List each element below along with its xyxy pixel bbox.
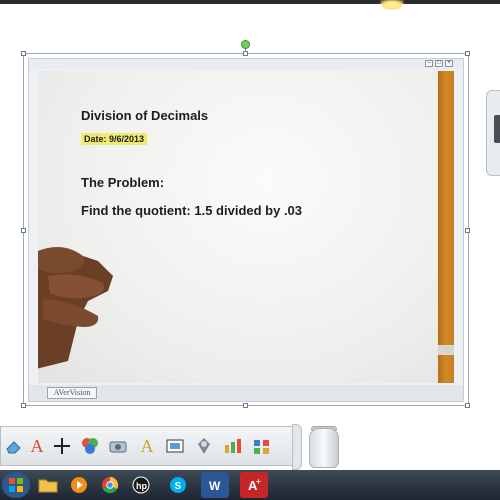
aver-vision-label: AVerVision: [47, 387, 97, 399]
folder-icon[interactable]: [34, 472, 62, 498]
palette-tab[interactable]: [292, 424, 302, 470]
resize-handle-br[interactable]: [465, 403, 470, 408]
start-button[interactable]: [2, 472, 30, 498]
resize-handle-mr[interactable]: [465, 228, 470, 233]
document-title: Division of Decimals: [81, 108, 209, 123]
viewer-titlebar: – □ ×: [29, 59, 463, 69]
camera-icon[interactable]: [107, 435, 129, 457]
text-art-icon[interactable]: A: [136, 435, 158, 457]
document-camera-viewer[interactable]: – □ × Division of Decimals Date: 9/6/201…: [28, 58, 464, 402]
resize-handle-tm[interactable]: [243, 51, 248, 56]
hp-icon[interactable]: hp: [127, 472, 155, 498]
acrobat-icon[interactable]: A +: [240, 472, 268, 498]
problem-heading: The Problem:: [81, 175, 165, 190]
resize-handle-tl[interactable]: [21, 51, 26, 56]
document-date: Date: 9/6/2013: [81, 133, 148, 145]
hand-image: [38, 247, 113, 369]
camera-feed: Division of Decimals Date: 9/6/2013 The …: [38, 71, 454, 383]
minimize-icon[interactable]: –: [425, 60, 433, 67]
top-bar: [0, 0, 500, 4]
svg-text:hp: hp: [136, 481, 147, 491]
table-edge-cap: [438, 345, 454, 355]
resize-handle-ml[interactable]: [21, 228, 26, 233]
crosshair-icon[interactable]: [51, 435, 73, 457]
resize-handle-bl[interactable]: [21, 403, 26, 408]
maximize-icon[interactable]: □: [435, 60, 443, 67]
chrome-icon[interactable]: [96, 472, 124, 498]
skype-icon[interactable]: S: [164, 472, 192, 498]
trash-icon[interactable]: [309, 428, 339, 468]
top-glow: [380, 0, 404, 10]
gallery-icon[interactable]: [251, 435, 273, 457]
close-icon[interactable]: ×: [445, 60, 453, 67]
system-tray[interactable]: [470, 476, 500, 494]
resize-handle-bm[interactable]: [243, 403, 248, 408]
table-edge: [438, 71, 454, 383]
chart-icon[interactable]: [222, 435, 244, 457]
resize-handle-tr[interactable]: [465, 51, 470, 56]
screen-capture-icon[interactable]: [164, 435, 186, 457]
media-player-icon[interactable]: [65, 472, 93, 498]
shapes-icon[interactable]: [79, 435, 101, 457]
side-panel-icon[interactable]: [494, 115, 500, 143]
eraser-icon[interactable]: [3, 435, 25, 457]
word-icon[interactable]: W: [201, 472, 229, 498]
svg-text:W: W: [209, 479, 221, 493]
spotlight-icon[interactable]: [193, 435, 215, 457]
svg-text:+: +: [256, 477, 261, 486]
problem-statement: Find the quotient: 1.5 divided by .03: [81, 203, 303, 218]
rotation-handle[interactable]: [241, 40, 250, 49]
text-icon[interactable]: A: [26, 435, 48, 457]
svg-text:S: S: [175, 481, 182, 492]
